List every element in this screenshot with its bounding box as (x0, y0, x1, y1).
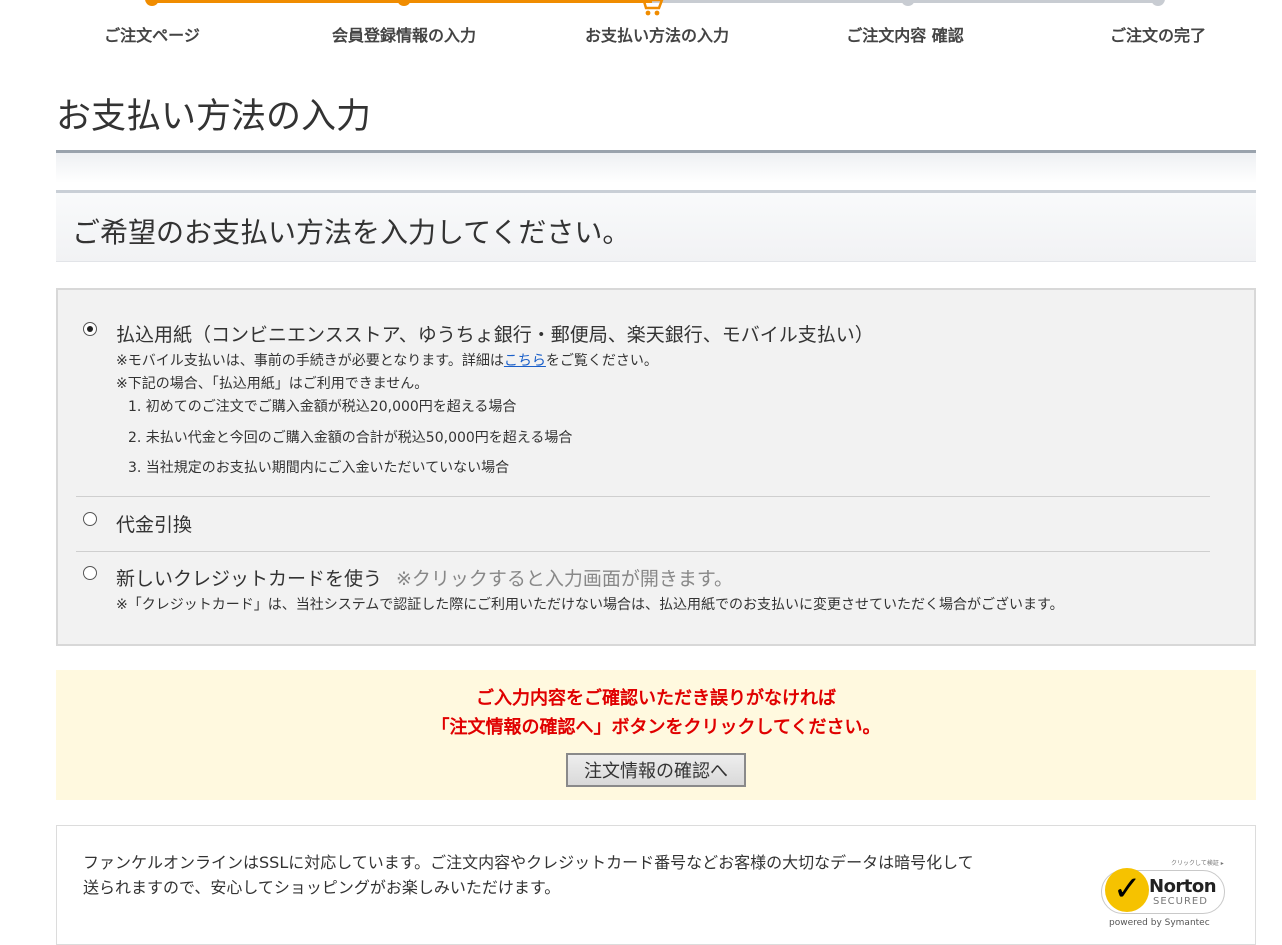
option-divider (76, 551, 1210, 552)
mobile-note-text: ※モバイル支払いは、事前の手続きが必要となります。詳細は (116, 353, 504, 369)
credit-card-label-text[interactable]: 新しいクレジットカードを使う (116, 568, 382, 590)
payment-options-panel: 払込用紙（コンビニエンスストア、ゆうちょ銀行・郵便局、楽天銀行、モバイル支払い）… (56, 288, 1256, 646)
condition-item: 2. 未払い代金と今回のご購入金額の合計が税込50,000円を超える場合 (128, 430, 573, 446)
radio-cash-on-delivery[interactable] (83, 512, 97, 526)
checkmark-icon: ✓ (1113, 869, 1142, 909)
option-label-bank-transfer-slip[interactable]: 払込用紙（コンビニエンスストア、ゆうちょ銀行・郵便局、楽天銀行、モバイル支払い） (116, 320, 874, 347)
details-link[interactable]: こちら (504, 353, 546, 369)
ssl-text: ファンケルオンラインはSSLに対応しています。ご注文内容やクレジットカード番号な… (83, 850, 974, 900)
confirm-panel: ご入力内容をご確認いただき誤りがなければ 「注文情報の確認へ」ボタンをクリックし… (56, 670, 1256, 800)
confirm-order-button[interactable]: 注文情報の確認へ (566, 753, 746, 787)
title-shadow (56, 153, 1256, 183)
radio-new-credit-card[interactable] (83, 566, 97, 580)
section-header: ご希望のお支払い方法を入力してください。 (56, 190, 1256, 262)
step-marker-2 (397, 0, 411, 6)
step-label-payment: お支払い方法の入力 (584, 26, 730, 45)
page-title: お支払い方法の入力 (56, 97, 372, 137)
step-label-member-info: 会員登録情報の入力 (331, 26, 477, 45)
condition-item: 3. 当社規定のお支払い期間内にご入金いただいていない場合 (128, 460, 510, 476)
step-marker-5 (1151, 0, 1165, 6)
norton-name: Norton (1149, 876, 1217, 897)
step-label-confirm: ご注文内容 確認 (846, 26, 964, 45)
norton-secured-seal[interactable]: クリックして検証 ▸ ✓ Norton SECURED powered by S… (1101, 856, 1231, 936)
step-marker-4 (901, 0, 915, 6)
step-label-complete: ご注文の完了 (1109, 26, 1207, 45)
option-label-new-credit-card[interactable]: 新しいクレジットカードを使う ※クリックすると入力画面が開きます。 (116, 564, 733, 591)
norton-secured-text: SECURED (1153, 896, 1208, 907)
section-heading: ご希望のお支払い方法を入力してください。 (72, 216, 631, 249)
credit-card-hint: ※クリックすると入力画面が開きます。 (396, 568, 734, 590)
ssl-text-line2: 送られますので、安心してショッピングがお楽しみいただけます。 (83, 878, 561, 897)
credit-card-note: ※「クレジットカード」は、当社システムで認証した際にご利用いただけない場合は、払… (116, 597, 1064, 613)
ssl-text-line1: ファンケルオンラインはSSLに対応しています。ご注文内容やクレジットカード番号な… (83, 853, 974, 872)
confirm-message-line2: 「注文情報の確認へ」ボタンをクリックしてください。 (431, 717, 881, 738)
radio-bank-transfer-slip[interactable] (83, 322, 97, 336)
step-label-order: ご注文ページ (104, 26, 200, 45)
cart-icon (642, 0, 664, 16)
mobile-payment-note: ※モバイル支払いは、事前の手続きが必要となります。詳細はこちらをご覧ください。 (116, 350, 658, 370)
option-divider (76, 496, 1210, 497)
mobile-note-suffix: をご覧ください。 (545, 353, 658, 369)
condition-item: 1. 初めてのご注文でご購入金額が税込20,000円を超える場合 (128, 399, 517, 415)
norton-powered-by: powered by Symantec (1109, 918, 1210, 928)
norton-verify-text: クリックして検証 ▸ (1171, 860, 1224, 867)
option-label-cash-on-delivery[interactable]: 代金引換 (116, 510, 192, 537)
step-marker-1 (145, 0, 159, 6)
unavailable-note: ※下記の場合、「払込用紙」はご利用できません。 (116, 376, 429, 392)
ssl-notice: ファンケルオンラインはSSLに対応しています。ご注文内容やクレジットカード番号な… (56, 825, 1256, 945)
checkout-progress: ご注文ページ 会員登録情報の入力 お支払い方法の入力 ご注文内容 確認 ご注文の… (0, 0, 1282, 60)
confirm-message-line1: ご入力内容をご確認いただき誤りがなければ (476, 688, 836, 709)
